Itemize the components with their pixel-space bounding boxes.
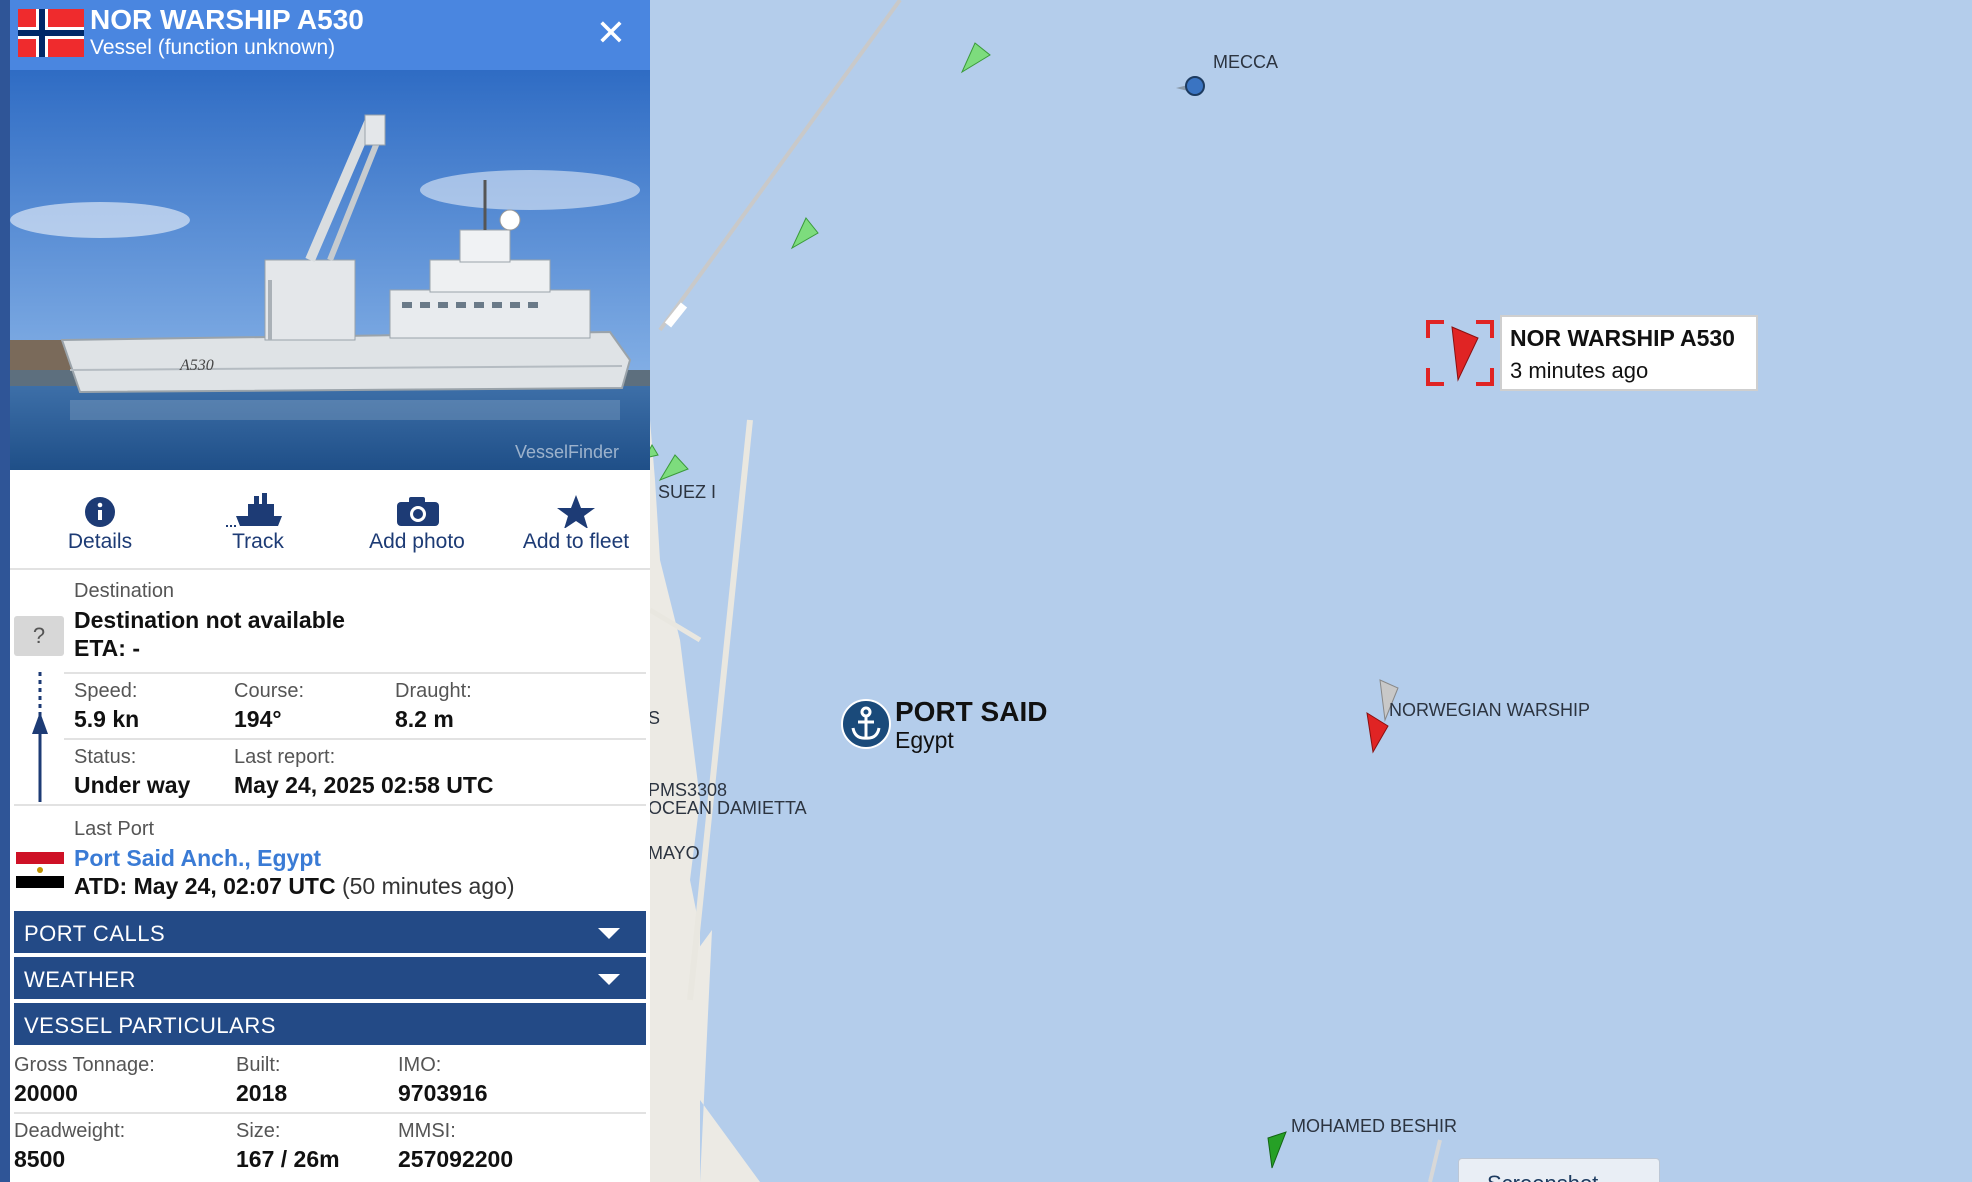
vessel-name: NOR WARSHIP A530 — [90, 4, 364, 35]
deadweight-label: Deadweight: — [14, 1120, 126, 1142]
weather-label: WEATHER — [24, 967, 136, 992]
star-icon — [557, 495, 595, 528]
weather-section[interactable]: WEATHER — [14, 957, 646, 999]
map-label-mayo[interactable]: MAYO — [648, 843, 700, 864]
last-port-link[interactable]: Port Said Anch., Egypt — [74, 845, 321, 872]
info-icon — [85, 497, 115, 527]
status-value: Under way — [74, 772, 191, 798]
hull-marking: A530 — [179, 357, 214, 374]
atd-time: ATD: May 24, 02:07 UTC — [74, 873, 336, 899]
add-photo-button[interactable]: Add photo — [337, 470, 497, 570]
vessel-marker-selected — [1451, 326, 1479, 382]
eta-value: ETA: - — [74, 635, 141, 661]
built-label: Built: — [236, 1054, 281, 1076]
status-label: Status: — [74, 746, 137, 768]
last-report-value: May 24, 2025 02:58 UTC — [234, 772, 494, 798]
panel-header: NOR WARSHIP A530 Vessel (function unknow… — [10, 0, 650, 70]
map-label-mohamed-beshir[interactable]: MOHAMED BESHIR — [1291, 1116, 1457, 1137]
chevron-down-icon — [598, 974, 620, 985]
norway-flag-icon — [18, 9, 84, 57]
canal-land — [690, 930, 760, 1182]
last-port-label: Last Port — [74, 818, 155, 840]
canal-line — [1428, 1139, 1442, 1182]
ship-track-icon — [226, 493, 282, 527]
port-calls-label: PORT CALLS — [24, 921, 166, 946]
gross-tonnage-label: Gross Tonnage: — [14, 1054, 155, 1076]
track-button[interactable]: Track — [178, 470, 338, 570]
heading-arrow-icon — [32, 672, 48, 802]
speed-label: Speed: — [74, 680, 138, 702]
divider — [64, 738, 646, 740]
vessel-marker-cargo-3 — [658, 454, 689, 482]
deadweight-value: 8500 — [14, 1146, 66, 1172]
details-label: Details — [67, 530, 133, 553]
vessel-marker-cargo-5 — [1267, 1131, 1287, 1169]
vessel-type: Vessel (function unknown) — [90, 36, 336, 59]
details-button[interactable]: Details — [20, 470, 180, 570]
imo-value: 9703916 — [398, 1080, 488, 1106]
egypt-flag-icon — [16, 852, 64, 888]
built-value: 2018 — [236, 1080, 288, 1106]
selected-vessel-callout[interactable]: NOR WARSHIP A530 3 minutes ago — [1500, 315, 1758, 391]
atd-ago: (50 minutes ago) — [341, 873, 515, 899]
atd-value: ATD: May 24, 02:07 UTC (50 minutes ago) — [74, 873, 515, 900]
screenshot-button[interactable]: Screenshot — [1458, 1158, 1660, 1182]
camera-icon — [397, 497, 439, 526]
size-value: 167 / 26m — [236, 1146, 340, 1172]
close-icon[interactable]: ✕ — [593, 15, 629, 51]
add-photo-label: Add photo — [369, 530, 465, 553]
vessel-photo[interactable]: A530 VesselFinder — [10, 70, 650, 470]
add-to-fleet-label: Add to fleet — [522, 530, 630, 553]
vessel-info-panel: NOR WARSHIP A530 Vessel (function unknow… — [0, 0, 650, 1182]
gross-tonnage-value: 20000 — [14, 1080, 78, 1106]
divider — [14, 1112, 646, 1114]
port-name: PORT SAID — [895, 696, 1048, 727]
destination-label: Destination — [74, 580, 175, 602]
mmsi-value: 257092200 — [398, 1146, 514, 1172]
mmsi-label: MMSI: — [398, 1120, 456, 1142]
photo-watermark: VesselFinder — [515, 442, 620, 462]
port-country: Egypt — [895, 727, 954, 753]
vessel-photo-image: A530 — [10, 70, 650, 470]
map-label-ocean-damietta[interactable]: OCEAN DAMIETTA — [648, 798, 807, 819]
map-label-norwegian-warship[interactable]: NORWEGIAN WARSHIP — [1389, 700, 1590, 721]
callout-vessel-name: NOR WARSHIP A530 — [1510, 325, 1735, 351]
action-bar: Details Track Add photo Add to fleet — [10, 470, 650, 570]
track-label: Track — [232, 530, 284, 553]
vessel-marker-cargo-2 — [790, 217, 819, 250]
map-label-suez[interactable]: SUEZ I — [658, 482, 716, 503]
imo-label: IMO: — [398, 1054, 442, 1076]
callout-timestamp: 3 minutes ago — [1510, 358, 1649, 383]
add-to-fleet-button[interactable]: Add to fleet — [496, 470, 656, 570]
vessel-marker-cargo-1 — [960, 42, 991, 74]
destination-value: Destination not available — [74, 607, 345, 633]
divider — [14, 804, 646, 806]
divider — [64, 672, 646, 674]
draught-label: Draught: — [395, 680, 472, 702]
size-label: Size: — [236, 1120, 281, 1142]
vessel-particulars-label: VESSEL PARTICULARS — [24, 1013, 276, 1038]
port-calls-section[interactable]: PORT CALLS — [14, 911, 646, 953]
unknown-destination-icon: ? — [14, 616, 64, 656]
chevron-down-icon — [598, 928, 620, 939]
course-value: 194° — [234, 706, 282, 732]
vessel-particulars-section[interactable]: VESSEL PARTICULARS — [14, 1003, 646, 1045]
map-label-mecca[interactable]: MECCA — [1213, 52, 1278, 73]
breakwater-line — [687, 419, 753, 1001]
anchor-icon — [841, 699, 891, 749]
last-report-label: Last report: — [234, 746, 336, 768]
channel-line-1 — [658, 0, 902, 332]
draught-value: 8.2 m — [395, 706, 454, 732]
course-label: Course: — [234, 680, 305, 702]
anchored-vessel-mecca — [1185, 76, 1205, 96]
speed-value: 5.9 kn — [74, 706, 140, 732]
